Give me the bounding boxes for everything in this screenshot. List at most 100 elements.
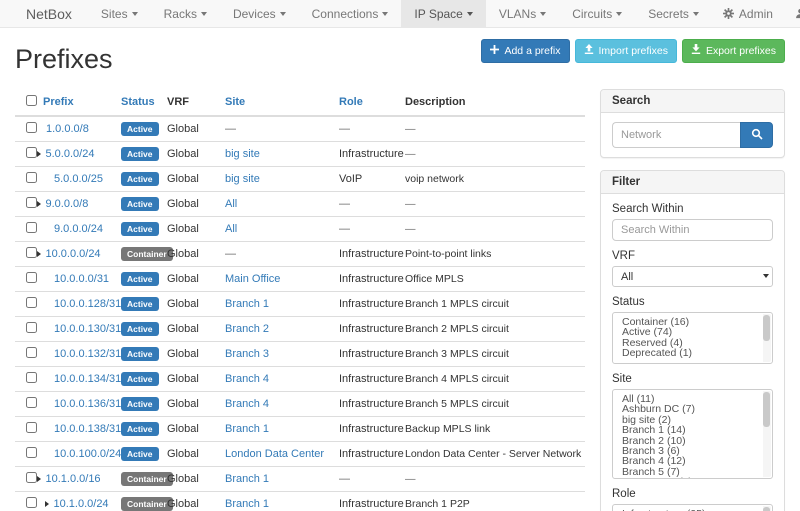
- option[interactable]: Branch 3 (6): [613, 446, 772, 456]
- scrollbar[interactable]: [763, 314, 771, 362]
- nav-item-circuits[interactable]: Circuits: [559, 0, 635, 27]
- option[interactable]: Branch 1 (14): [613, 425, 772, 435]
- search-input[interactable]: [612, 122, 740, 148]
- scrollbar-thumb[interactable]: [763, 315, 770, 341]
- row-checkbox[interactable]: [26, 122, 37, 133]
- column-header-role[interactable]: Role: [339, 89, 405, 116]
- import-prefixes-button[interactable]: Import prefixes: [575, 39, 677, 63]
- site-link[interactable]: Branch 1: [225, 423, 269, 435]
- option[interactable]: Ashburn DC (7): [613, 404, 772, 414]
- add-a-prefix-button[interactable]: Add a prefix: [481, 39, 569, 63]
- option[interactable]: All (11): [613, 394, 772, 404]
- option[interactable]: Branch 5 (7): [613, 467, 772, 477]
- prefix-link[interactable]: 10.1.0.0/16: [46, 473, 101, 485]
- status-badge[interactable]: Active: [121, 222, 159, 236]
- site-link[interactable]: All: [225, 223, 237, 235]
- status-badge[interactable]: Active: [121, 322, 159, 336]
- row-checkbox[interactable]: [26, 497, 37, 508]
- option[interactable]: big site (2): [613, 415, 772, 425]
- option[interactable]: Branch 2 (10): [613, 436, 772, 446]
- column-header-site[interactable]: Site: [225, 89, 339, 116]
- nav-item-connections[interactable]: Connections: [299, 0, 402, 27]
- prefix-link[interactable]: 10.0.0.128/31: [54, 298, 121, 310]
- option[interactable]: Reserved (4): [613, 338, 772, 348]
- nav-item-devices[interactable]: Devices: [220, 0, 299, 27]
- status-badge[interactable]: Container: [121, 497, 173, 511]
- nav-item-racks[interactable]: Racks: [151, 0, 220, 27]
- nav-item-secrets[interactable]: Secrets: [635, 0, 712, 27]
- status-badge[interactable]: Active: [121, 447, 159, 461]
- scrollbar[interactable]: [763, 391, 771, 477]
- prefix-link[interactable]: 9.0.0.0/24: [54, 223, 103, 235]
- row-checkbox[interactable]: [26, 372, 37, 383]
- search-within-input[interactable]: [612, 219, 773, 241]
- role-multiselect[interactable]: Infrastructure (25)Management (8)Private…: [612, 504, 773, 511]
- row-checkbox[interactable]: [26, 272, 37, 283]
- site-multiselect[interactable]: All (11)Ashburn DC (7)big site (2)Branch…: [612, 389, 773, 479]
- option[interactable]: Container (16): [613, 317, 772, 327]
- option[interactable]: Active (74): [613, 327, 772, 337]
- prefix-link[interactable]: 10.0.0.0/24: [46, 248, 101, 260]
- prefix-link[interactable]: 10.0.0.132/31: [54, 348, 121, 360]
- status-badge[interactable]: Active: [121, 422, 159, 436]
- column-header-status[interactable]: Status: [121, 89, 167, 116]
- row-checkbox[interactable]: [26, 172, 37, 183]
- row-checkbox[interactable]: [26, 447, 37, 458]
- row-checkbox[interactable]: [26, 222, 37, 233]
- nav-item-profile[interactable]: Profile: [784, 0, 800, 27]
- option[interactable]: Deprecated (1): [613, 348, 772, 358]
- status-badge[interactable]: Active: [121, 297, 159, 311]
- site-link[interactable]: All: [225, 198, 237, 210]
- nav-item-vlans[interactable]: VLANs: [486, 0, 559, 27]
- site-link[interactable]: Branch 2: [225, 323, 269, 335]
- prefix-link[interactable]: 10.1.0.0/24: [54, 498, 109, 510]
- row-checkbox[interactable]: [26, 247, 37, 258]
- prefix-link[interactable]: 9.0.0.0/8: [46, 198, 88, 210]
- row-checkbox[interactable]: [26, 197, 37, 208]
- site-link[interactable]: London Data Center: [225, 448, 324, 460]
- status-badge[interactable]: Active: [121, 172, 159, 186]
- scrollbar[interactable]: [763, 506, 771, 511]
- status-badge[interactable]: Active: [121, 122, 159, 136]
- site-link[interactable]: Branch 4: [225, 398, 269, 410]
- search-button[interactable]: [740, 122, 773, 148]
- prefix-link[interactable]: 10.0.0.136/31: [54, 398, 121, 410]
- prefix-link[interactable]: 5.0.0.0/24: [46, 148, 94, 160]
- prefix-link[interactable]: 5.0.0.0/25: [54, 173, 103, 185]
- site-link[interactable]: big site: [225, 148, 260, 160]
- prefix-link[interactable]: 10.0.100.0/24: [54, 448, 121, 460]
- vrf-select[interactable]: All: [612, 266, 773, 287]
- prefix-link[interactable]: 10.0.0.138/31: [54, 423, 121, 435]
- status-multiselect[interactable]: Container (16)Active (74)Reserved (4)Dep…: [612, 312, 773, 364]
- status-badge[interactable]: Container: [121, 472, 173, 486]
- prefix-link[interactable]: 1.0.0.0/8: [46, 123, 89, 135]
- site-link[interactable]: Main Office: [225, 273, 280, 285]
- status-badge[interactable]: Active: [121, 197, 159, 211]
- export-prefixes-button[interactable]: Export prefixes: [682, 39, 785, 63]
- status-badge[interactable]: Active: [121, 272, 159, 286]
- prefix-link[interactable]: 10.0.0.130/31: [54, 323, 121, 335]
- column-header-prefix[interactable]: Prefix: [43, 89, 121, 116]
- brand[interactable]: NetBox: [26, 0, 88, 27]
- site-link[interactable]: Branch 1: [225, 473, 269, 485]
- site-link[interactable]: big site: [225, 173, 260, 185]
- option[interactable]: Branch 4 (12): [613, 456, 772, 466]
- site-link[interactable]: Branch 4: [225, 373, 269, 385]
- row-checkbox[interactable]: [26, 397, 37, 408]
- option[interactable]: COLO-1-24 (3): [613, 477, 772, 479]
- site-link[interactable]: Branch 1: [225, 298, 269, 310]
- prefix-link[interactable]: 10.0.0.134/31: [54, 373, 121, 385]
- select-all-checkbox[interactable]: [26, 95, 37, 106]
- site-link[interactable]: Branch 3: [225, 348, 269, 360]
- scrollbar-thumb[interactable]: [763, 507, 770, 511]
- status-badge[interactable]: Container: [121, 247, 173, 261]
- row-checkbox[interactable]: [26, 422, 37, 433]
- site-link[interactable]: Branch 1: [225, 498, 269, 510]
- status-badge[interactable]: Active: [121, 372, 159, 386]
- row-checkbox[interactable]: [26, 297, 37, 308]
- nav-item-admin[interactable]: Admin: [712, 0, 784, 27]
- status-badge[interactable]: Active: [121, 147, 159, 161]
- status-badge[interactable]: Active: [121, 397, 159, 411]
- prefix-link[interactable]: 10.0.0.0/31: [54, 273, 109, 285]
- nav-item-ip-space[interactable]: IP Space: [401, 0, 485, 27]
